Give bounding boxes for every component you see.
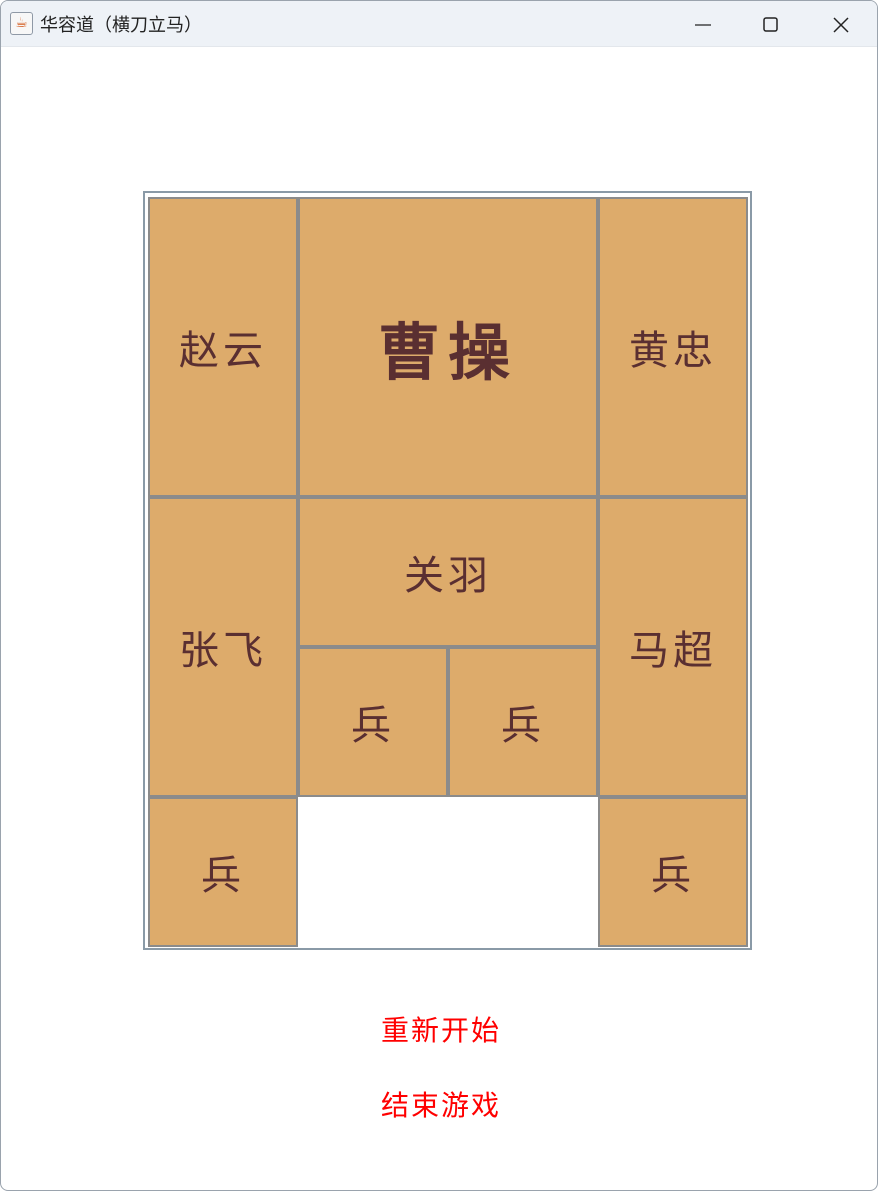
window-title: 华容道（横刀立马）	[40, 15, 202, 36]
minimize-icon	[695, 24, 711, 26]
piece-machao[interactable]: 马超	[598, 497, 748, 797]
piece-zhaoyun[interactable]: 赵云	[148, 197, 298, 497]
close-icon	[833, 17, 849, 33]
close-button[interactable]	[807, 1, 875, 46]
maximize-button[interactable]	[737, 1, 805, 46]
maximize-icon	[763, 17, 778, 32]
piece-soldier[interactable]: 兵	[298, 647, 448, 797]
restart-button[interactable]: 重新开始	[341, 1007, 541, 1051]
piece-zhangfei[interactable]: 张飞	[148, 497, 298, 797]
app-window: ☕ 华容道（横刀立马） 赵云 曹操 黄忠 张飞 关羽 马超 兵 兵 兵 兵 重新…	[0, 0, 878, 1191]
puzzle-board: 赵云 曹操 黄忠 张飞 关羽 马超 兵 兵 兵 兵	[143, 191, 752, 950]
piece-huangzhong[interactable]: 黄忠	[598, 197, 748, 497]
piece-caocao[interactable]: 曹操	[298, 197, 598, 497]
piece-guanyu[interactable]: 关羽	[298, 497, 598, 647]
title-bar: ☕ 华容道（横刀立马）	[1, 1, 877, 47]
quit-button[interactable]: 结束游戏	[341, 1082, 541, 1126]
java-icon: ☕	[10, 12, 33, 35]
piece-soldier[interactable]: 兵	[148, 797, 298, 947]
piece-soldier[interactable]: 兵	[448, 647, 598, 797]
minimize-button[interactable]	[669, 1, 737, 46]
piece-soldier[interactable]: 兵	[598, 797, 748, 947]
